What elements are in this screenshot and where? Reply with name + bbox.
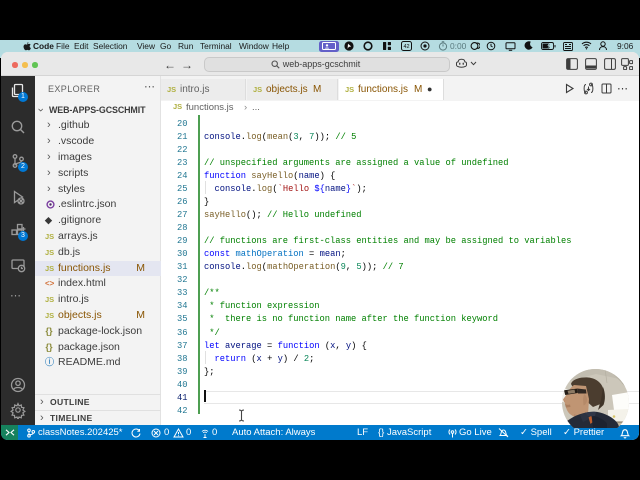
svg-text:42: 42: [403, 44, 409, 50]
